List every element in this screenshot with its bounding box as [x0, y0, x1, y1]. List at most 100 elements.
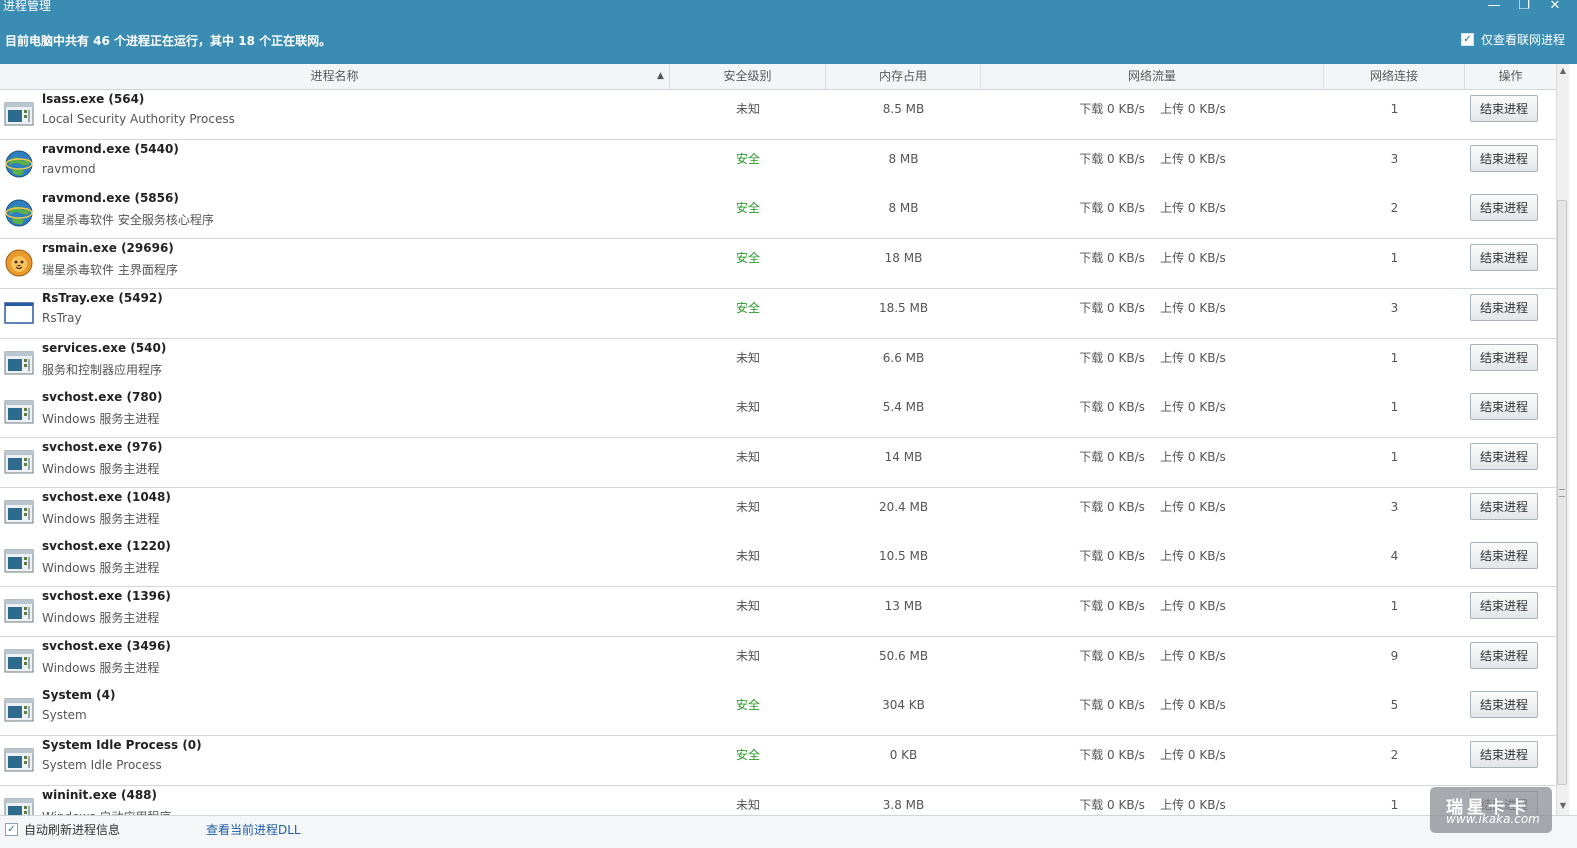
- scroll-down-icon[interactable]: ▼: [1558, 801, 1568, 811]
- security-level: 安全: [735, 748, 760, 763]
- process-description: 瑞星杀毒软件 安全服务核心程序: [42, 213, 214, 228]
- auto-refresh-label[interactable]: 自动刷新进程信息: [24, 821, 120, 838]
- column-header-traffic[interactable]: 网络流量: [981, 64, 1324, 89]
- process-name: services.exe (540): [42, 340, 167, 355]
- column-header-connections[interactable]: 网络连接: [1324, 64, 1465, 89]
- process-name: svchost.exe (976): [42, 439, 163, 454]
- process-description: System Idle Process: [42, 758, 162, 773]
- connection-count: 1: [1390, 350, 1399, 365]
- table-row[interactable]: svchost.exe (780) Windows 服务主进程 未知 5.4 MB 下载…: [0, 388, 1556, 439]
- table-row[interactable]: RsTray.exe (5492) RsTray 安全 18.5 MB 下载 0 KB/…: [0, 288, 1556, 339]
- blank-window-icon: [4, 298, 34, 328]
- window-app-icon: [4, 99, 34, 129]
- process-name: System Idle Process (0): [42, 738, 202, 753]
- window-app-icon: [4, 596, 34, 626]
- end-process-button[interactable]: 结束进程: [1470, 343, 1538, 371]
- table-row[interactable]: rsmain.exe (29696) 瑞星杀毒软件 主界面程序 安全 18 MB 下载 …: [0, 239, 1556, 290]
- footer-bar: ✓ 自动刷新进程信息 查看当前进程DLL: [0, 815, 1577, 848]
- lion-icon: [4, 248, 34, 278]
- process-description: System: [42, 708, 87, 723]
- watermark-url: www.ikaka.com: [1446, 812, 1540, 826]
- process-name: svchost.exe (1396): [42, 589, 171, 603]
- memory-usage: 8 MB: [888, 151, 919, 166]
- process-name: svchost.exe (1048): [42, 489, 171, 504]
- security-level: 未知: [735, 499, 760, 514]
- table-row[interactable]: System (4) System 安全 304 KB 下载 0 KB/s 上传 0 K…: [0, 686, 1556, 737]
- network-traffic: 下载 0 KB/s 上传 0 KB/s: [1079, 698, 1226, 713]
- end-process-button[interactable]: 结束进程: [1470, 542, 1538, 570]
- memory-usage: 18 MB: [884, 251, 923, 266]
- column-header-name[interactable]: 进程名称: [0, 64, 670, 89]
- minimize-button[interactable]: —: [1480, 0, 1508, 14]
- process-name: svchost.exe (1220): [42, 539, 171, 554]
- connection-count: 3: [1390, 300, 1399, 315]
- table-row[interactable]: services.exe (540) 服务和控制器应用程序 未知 6.6 MB 下载 0…: [0, 338, 1556, 389]
- sort-ascending-icon[interactable]: ▲: [657, 72, 667, 81]
- process-description: 瑞星杀毒软件 主界面程序: [42, 263, 178, 278]
- table-row[interactable]: ravmond.exe (5440) ravmond 安全 8 MB 下载 0 KB/s…: [0, 139, 1556, 190]
- end-process-button[interactable]: 结束进程: [1470, 293, 1538, 321]
- process-description: Local Security Authority Process: [42, 112, 235, 126]
- table-row[interactable]: svchost.exe (3496) Windows 服务主进程 未知 50.6 MB…: [0, 636, 1556, 687]
- connection-count: 1: [1390, 400, 1399, 415]
- online-only-checkbox[interactable]: ✓: [1461, 33, 1474, 46]
- connection-count: 1: [1390, 599, 1399, 613]
- end-process-button[interactable]: 结束进程: [1470, 592, 1538, 619]
- process-name: svchost.exe (3496): [42, 638, 171, 653]
- network-traffic: 下载 0 KB/s 上传 0 KB/s: [1079, 400, 1226, 415]
- network-traffic: 下载 0 KB/s 上传 0 KB/s: [1079, 648, 1226, 663]
- end-process-button[interactable]: 结束进程: [1470, 691, 1538, 719]
- security-level: 安全: [735, 151, 760, 166]
- end-process-button[interactable]: 结束进程: [1470, 95, 1538, 122]
- window-app-icon: [4, 447, 34, 477]
- connection-count: 2: [1390, 201, 1399, 216]
- memory-usage: 13 MB: [884, 599, 923, 613]
- table-row[interactable]: svchost.exe (1220) Windows 服务主进程 未知 10.5 MB…: [0, 537, 1556, 588]
- window-app-icon: [4, 795, 34, 815]
- end-process-button[interactable]: 结束进程: [1470, 641, 1538, 669]
- globe-shield-icon: [4, 198, 34, 228]
- scroll-up-icon[interactable]: ▲: [1558, 66, 1568, 76]
- end-process-button[interactable]: 结束进程: [1470, 393, 1538, 421]
- restore-button[interactable]: ❐: [1510, 0, 1538, 14]
- network-traffic: 下载 0 KB/s 上传 0 KB/s: [1079, 251, 1226, 266]
- table-row[interactable]: svchost.exe (1396) Windows 服务主进程 未知 13 MB 下载…: [0, 587, 1556, 637]
- table-row[interactable]: lsass.exe (564) Local Security Authority …: [0, 90, 1556, 140]
- process-name: RsTray.exe (5492): [42, 290, 163, 305]
- column-header-action: 操作: [1498, 69, 1523, 83]
- table-row[interactable]: svchost.exe (1048) Windows 服务主进程 未知 20.4 MB…: [0, 487, 1556, 538]
- end-process-button[interactable]: 结束进程: [1470, 144, 1538, 172]
- network-traffic: 下载 0 KB/s 上传 0 KB/s: [1079, 449, 1226, 464]
- column-header-security[interactable]: 安全级别: [670, 64, 826, 89]
- end-process-button[interactable]: 结束进程: [1470, 244, 1538, 272]
- end-process-button[interactable]: 结束进程: [1470, 741, 1538, 769]
- memory-usage: 14 MB: [884, 449, 923, 464]
- process-description: Windows 服务主进程: [42, 412, 160, 427]
- view-dll-link[interactable]: 查看当前进程DLL: [206, 821, 301, 838]
- process-description: Windows 服务主进程: [42, 511, 160, 526]
- online-only-label[interactable]: 仅查看联网进程: [1481, 31, 1565, 48]
- auto-refresh-checkbox[interactable]: ✓: [5, 823, 18, 836]
- table-row[interactable]: svchost.exe (976) Windows 服务主进程 未知 14 MB 下载 …: [0, 437, 1556, 488]
- column-header-memory[interactable]: 内存占用: [826, 64, 981, 89]
- table-row[interactable]: wininit.exe (488) Windows 启动应用程序 未知 3.8 MB 下…: [0, 785, 1556, 815]
- table-row[interactable]: System Idle Process (0) System Idle Proce…: [0, 736, 1556, 787]
- window-app-icon: [4, 497, 34, 527]
- table-row[interactable]: ravmond.exe (5856) 瑞星杀毒软件 安全服务核心程序 安全 8 MB 下…: [0, 189, 1556, 240]
- security-level: 安全: [735, 300, 760, 315]
- security-level: 未知: [735, 797, 760, 812]
- security-level: 安全: [735, 251, 760, 266]
- connection-count: 5: [1390, 698, 1399, 713]
- memory-usage: 20.4 MB: [878, 499, 929, 514]
- close-button[interactable]: ✕: [1541, 0, 1569, 14]
- network-traffic: 下载 0 KB/s 上传 0 KB/s: [1079, 201, 1226, 216]
- security-level: 安全: [735, 698, 760, 713]
- process-name: ravmond.exe (5440): [42, 141, 179, 156]
- table-header: 进程名称 安全级别 内存占用 网络流量 网络连接 操作 ▲: [0, 64, 1556, 90]
- end-process-button[interactable]: 结束进程: [1470, 442, 1538, 470]
- end-process-button[interactable]: 结束进程: [1470, 492, 1538, 520]
- memory-usage: 10.5 MB: [878, 549, 929, 564]
- process-description: Windows 服务主进程: [42, 561, 160, 576]
- network-traffic: 下载 0 KB/s 上传 0 KB/s: [1079, 102, 1226, 116]
- end-process-button[interactable]: 结束进程: [1470, 194, 1538, 222]
